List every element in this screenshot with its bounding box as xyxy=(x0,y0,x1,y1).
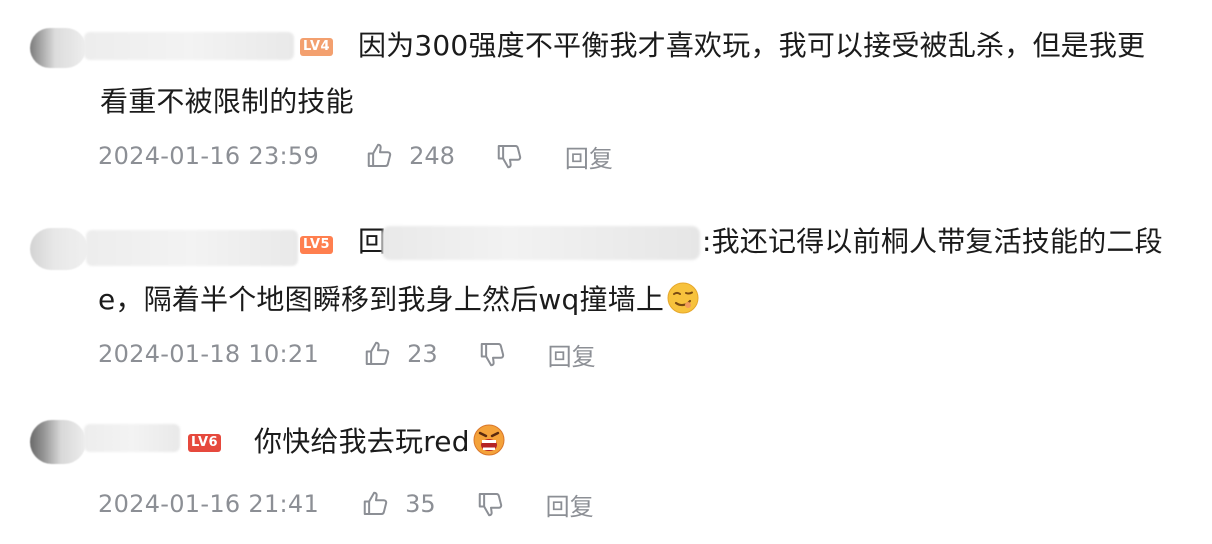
comment-text-line-1-wrap: 你快给我去玩red xyxy=(254,414,506,470)
thumbs-up-icon[interactable] xyxy=(365,141,395,171)
thumbs-down-icon[interactable] xyxy=(476,489,506,519)
like-count: 23 xyxy=(407,340,438,368)
like-count: 248 xyxy=(409,142,455,170)
comment-meta-row: 2024-01-16 23:59 248 回复 xyxy=(98,136,613,176)
angry-face-icon xyxy=(472,420,506,456)
mentioned-user-blurred[interactable] xyxy=(382,226,700,260)
comment-text-line-2: 看重不被限制的技能 xyxy=(100,85,354,118)
thumbs-up-icon[interactable] xyxy=(361,489,391,519)
thumbs-down-icon[interactable] xyxy=(478,339,508,369)
reply-button[interactable]: 回复 xyxy=(546,487,594,522)
username-blurred[interactable] xyxy=(84,32,294,60)
reply-button[interactable]: 回复 xyxy=(565,139,613,174)
comment-text-line-1: 你快给我去玩red xyxy=(254,425,470,458)
smirk-face-icon xyxy=(666,278,700,314)
avatar-blurred[interactable] xyxy=(30,28,86,68)
level-badge: LV6 xyxy=(188,434,222,452)
comment-meta-row: 2024-01-16 21:41 35 回复 xyxy=(98,484,594,524)
comment-meta-row: 2024-01-18 10:21 23 回复 xyxy=(98,334,596,374)
level-badge: LV5 xyxy=(300,236,334,254)
level-badge: LV4 xyxy=(300,38,334,56)
thumbs-up-icon[interactable] xyxy=(363,339,393,369)
comment-date: 2024-01-18 10:21 xyxy=(98,340,320,368)
username-blurred[interactable] xyxy=(86,230,298,266)
comment-text-line-1: 因为300强度不平衡我才喜欢玩，我可以接受被乱杀，但是我更 xyxy=(358,29,1146,62)
avatar-blurred[interactable] xyxy=(30,420,86,464)
like-count: 35 xyxy=(405,490,436,518)
comment-date: 2024-01-16 21:41 xyxy=(98,490,320,518)
reply-button[interactable]: 回复 xyxy=(548,337,596,372)
comment-text-line-1: :我还记得以前桐人带复活技能的二段 xyxy=(702,225,1163,258)
comment-text-line-2: e，隔着半个地图瞬移到我身上然后wq撞墙上 xyxy=(98,283,665,316)
comment-date: 2024-01-16 23:59 xyxy=(98,142,320,170)
comment-text-line-2-wrap: e，隔着半个地图瞬移到我身上然后wq撞墙上 xyxy=(98,272,700,328)
thumbs-down-icon[interactable] xyxy=(495,141,525,171)
avatar-blurred[interactable] xyxy=(30,228,88,270)
username-blurred[interactable] xyxy=(84,424,180,452)
